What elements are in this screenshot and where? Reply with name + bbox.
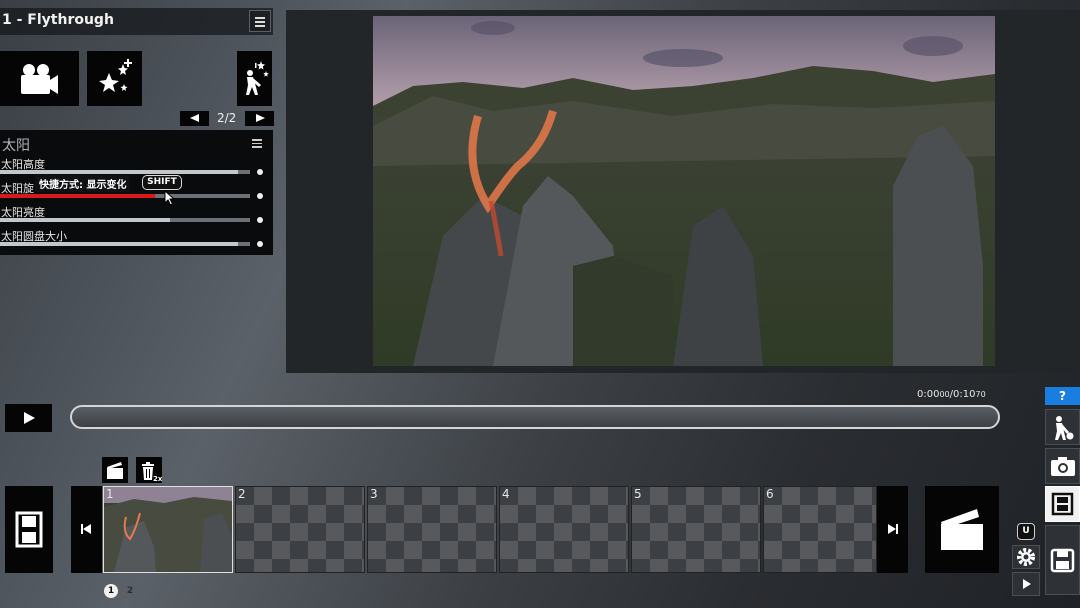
sparkle-figure-icon [246,61,269,95]
mouse-cursor-icon [164,190,176,206]
shortcut-tooltip: 快捷方式: 显示变化 [35,175,131,192]
page-dot-active[interactable]: 1 [104,584,118,598]
character-effects-button[interactable] [237,51,272,106]
character-tool-button[interactable] [1045,409,1080,445]
add-clip-button[interactable] [102,457,128,483]
play-button[interactable] [5,404,52,432]
slider-knob[interactable] [257,241,263,247]
keyframe-slot[interactable]: 4 [499,486,629,573]
floppy-disk-icon [1050,548,1075,573]
scene-render-image [373,16,995,366]
filmstrip-toggle-button[interactable] [5,486,53,573]
film-strip-icon [15,511,43,548]
play-small-button[interactable] [1012,572,1040,596]
clapperboard-icon [107,462,123,479]
window-title-bar: 1 - Flythrough [0,8,273,35]
window-title: 1 - Flythrough [2,12,114,28]
slider-knob[interactable] [257,169,263,175]
camera-icon [1051,457,1075,476]
keyframe-slot[interactable]: 2 [235,486,365,573]
timeline-scrubber[interactable] [70,405,1000,429]
frame-number: 4 [502,487,510,501]
slider-knob[interactable] [257,193,263,199]
film-strip-icon [1051,492,1074,516]
next-page-button[interactable] [245,111,274,126]
render-movie-button[interactable] [925,486,999,573]
filmstrip-first-button[interactable] [71,486,102,573]
frame-number: 1 [106,487,114,501]
frame-number: 6 [766,487,774,501]
timecode-current: 0:00 [917,389,940,400]
flythrough-mode-button[interactable] [1045,486,1080,522]
slider-fill [0,194,155,198]
clapperboard-icon [941,509,983,550]
page-indicator: 2/2 [217,111,237,125]
slider-knob[interactable] [257,217,263,223]
sun-rotation-slider[interactable] [0,194,250,198]
arrow-left-icon [190,114,199,122]
title-menu-button[interactable] [249,10,271,32]
play-icon [24,412,35,424]
keyframe-slot[interactable]: 1 [103,486,233,573]
delete-clip-button[interactable]: 2x [136,457,162,483]
sun-disc-size-slider[interactable] [0,242,250,246]
keyframe-slot[interactable]: 3 [367,486,497,573]
keyframe-slot[interactable]: 6 [763,486,877,573]
frame-number: 3 [370,487,378,501]
sun-brightness-slider[interactable] [0,218,250,222]
keyframe-slot[interactable]: 5 [631,486,761,573]
movie-mode-button[interactable] [0,51,79,106]
gear-icon [1017,548,1035,566]
settings-button[interactable] [1012,545,1040,569]
frame-number: 5 [634,487,642,501]
u-key-badge: U [1017,523,1035,540]
shift-key-badge: SHIFT [142,175,182,190]
filmstrip-last-button[interactable] [877,486,908,573]
previous-page-button[interactable] [180,111,209,126]
save-button[interactable] [1045,525,1080,595]
scene-preview[interactable] [373,16,995,366]
frame-number: 2 [238,487,246,501]
timecode-total: /0:10 [949,389,976,400]
sparkles-icon [99,59,132,92]
slider-fill [0,242,238,246]
panel-menu-button[interactable] [252,138,262,148]
movie-camera-icon [21,64,58,94]
figure-icon [1055,416,1074,440]
page-dot[interactable]: 2 [123,584,137,598]
skip-forward-icon [888,524,898,534]
screenshot-button[interactable] [1045,448,1080,484]
keyframe-thumbnail [104,487,232,572]
timecode-total-frames: 70 [975,390,986,399]
sun-height-slider[interactable] [0,170,250,174]
help-button[interactable]: ? [1045,387,1080,405]
timecode-current-frames: 00 [939,390,950,399]
slider-fill [0,170,238,174]
effects-mode-button[interactable] [87,51,142,106]
slider-fill [0,218,170,222]
arrow-right-icon [256,114,265,122]
tooltip-text: 快捷方式: 显示变化 [39,180,127,191]
delete-badge: 2x [153,475,163,483]
skip-back-icon [81,524,91,534]
timecode: 0:0000/0:1070 [917,389,986,400]
panel-title: 太阳 [2,138,30,154]
play-icon [1023,579,1031,589]
